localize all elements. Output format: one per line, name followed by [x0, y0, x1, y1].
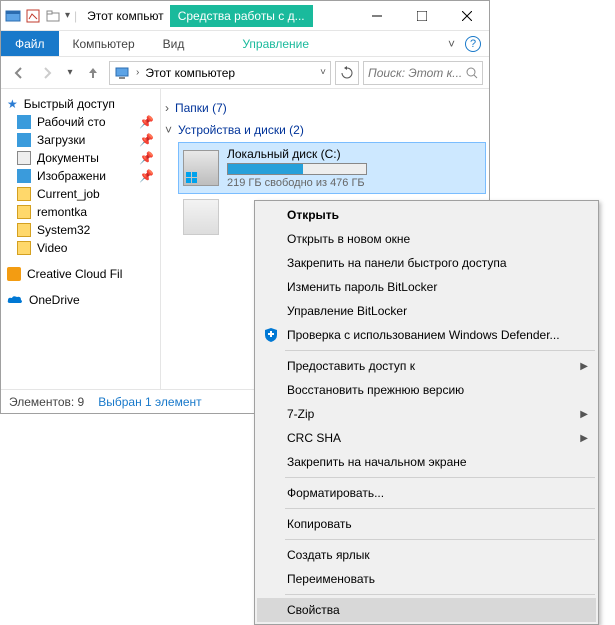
menu-7zip[interactable]: 7-Zip▶ [257, 402, 596, 426]
group-folders-label: Папки (7) [175, 101, 227, 115]
group-drives-label: Устройства и диски (2) [178, 123, 304, 137]
folder-icon [17, 187, 31, 201]
shield-icon [263, 327, 279, 343]
pin-icon: 📌 [139, 115, 154, 129]
drive-usage-bar [227, 163, 367, 175]
maximize-button[interactable] [399, 1, 444, 31]
pin-icon: 📌 [139, 169, 154, 183]
up-button[interactable] [81, 61, 105, 85]
navitem-creative-cloud[interactable]: Creative Cloud Fil [1, 265, 160, 283]
menu-pin-start[interactable]: Закрепить на начальном экране [257, 450, 596, 474]
context-menu: Открыть Открыть в новом окне Закрепить н… [254, 200, 599, 625]
navitem-documents[interactable]: Документы 📌 [1, 149, 160, 167]
navitem-pictures[interactable]: Изображени 📌 [1, 167, 160, 185]
navitem-currentjob[interactable]: Current_job [1, 185, 160, 203]
menu-restore-version[interactable]: Восстановить прежнюю версию [257, 378, 596, 402]
menu-format[interactable]: Форматировать... [257, 481, 596, 505]
submenu-arrow-icon: ▶ [580, 361, 588, 372]
quick-access-label: Быстрый доступ [24, 97, 115, 111]
ribbon-expand-icon[interactable]: ˅ [448, 37, 455, 51]
quick-access-toolbar: ▾ | [1, 8, 81, 24]
help-icon[interactable]: ? [465, 36, 481, 52]
minimize-button[interactable] [354, 1, 399, 31]
menu-copy[interactable]: Копировать [257, 512, 596, 536]
menu-bitlocker-password[interactable]: Изменить пароль BitLocker [257, 275, 596, 299]
drive-name: Локальный диск (C:) [227, 147, 367, 161]
quick-access-root[interactable]: ★ Быстрый доступ [1, 95, 160, 113]
drive-c[interactable]: Локальный диск (C:) 219 ГБ свободно из 4… [179, 143, 485, 193]
close-button[interactable] [444, 1, 489, 31]
ribbon-tabs: Файл Компьютер Вид Управление ˅ ? [1, 31, 489, 57]
new-folder-qat-icon[interactable] [45, 8, 61, 24]
breadcrumb-location[interactable]: Этот компьютер [145, 66, 235, 80]
folder-icon [17, 223, 31, 237]
navigation-bar: ▾ › Этот компьютер ˅ [1, 57, 489, 89]
menu-bitlocker-manage[interactable]: Управление BitLocker [257, 299, 596, 323]
star-icon: ★ [7, 97, 18, 111]
tab-computer[interactable]: Компьютер [59, 33, 149, 55]
history-dropdown-icon[interactable]: ▾ [63, 61, 77, 85]
navitem-downloads[interactable]: Загрузки 📌 [1, 131, 160, 149]
navitem-video[interactable]: Video [1, 239, 160, 257]
forward-button[interactable] [35, 61, 59, 85]
drive-info: Локальный диск (C:) 219 ГБ свободно из 4… [227, 147, 367, 189]
menu-crc-sha[interactable]: CRC SHA▶ [257, 426, 596, 450]
menu-open[interactable]: Открыть [257, 203, 596, 227]
navitem-system32[interactable]: System32 [1, 221, 160, 239]
folder-icon [17, 241, 31, 255]
drive-icon [183, 199, 219, 235]
address-bar[interactable]: › Этот компьютер ˅ [109, 61, 331, 85]
window-title: Этот компьют [81, 9, 170, 23]
menu-defender-scan[interactable]: Проверка с использованием Windows Defend… [257, 323, 596, 347]
menu-rename[interactable]: Переименовать [257, 567, 596, 591]
folder-icon [17, 205, 31, 219]
drive-icon [183, 150, 219, 186]
onedrive-icon [7, 294, 23, 306]
navitem-desktop[interactable]: Рабочий сто 📌 [1, 113, 160, 131]
address-dropdown-icon[interactable]: ˅ [320, 67, 326, 78]
navitem-remontka[interactable]: remontka [1, 203, 160, 221]
menu-properties[interactable]: Свойства [257, 598, 596, 622]
menu-pin-quick-access[interactable]: Закрепить на панели быстрого доступа [257, 251, 596, 275]
thispc-icon [114, 65, 130, 81]
window-controls [354, 1, 489, 31]
pin-icon: 📌 [139, 133, 154, 147]
status-item-count: Элементов: 9 [9, 395, 84, 409]
breadcrumb-chevron-icon[interactable]: › [136, 67, 139, 78]
submenu-arrow-icon: ▶ [580, 409, 588, 420]
pictures-icon [17, 169, 31, 183]
downloads-icon [17, 133, 31, 147]
menu-open-new-window[interactable]: Открыть в новом окне [257, 227, 596, 251]
menu-share[interactable]: Предоставить доступ к▶ [257, 354, 596, 378]
drive-free-text: 219 ГБ свободно из 476 ГБ [227, 177, 367, 189]
group-folders[interactable]: › Папки (7) [165, 97, 485, 119]
chevron-right-icon: › [165, 101, 169, 115]
tab-view[interactable]: Вид [149, 33, 199, 55]
refresh-button[interactable] [335, 61, 359, 85]
contextual-tab-header: Средства работы с д... [170, 5, 313, 27]
status-selected: Выбран 1 элемент [98, 395, 201, 409]
qat-dropdown-icon[interactable]: ▾ [65, 10, 70, 21]
menu-create-shortcut[interactable]: Создать ярлык [257, 543, 596, 567]
desktop-icon [17, 115, 31, 129]
navigation-pane: ★ Быстрый доступ Рабочий сто 📌 Загрузки … [1, 89, 161, 389]
documents-icon [17, 151, 31, 165]
properties-qat-icon[interactable] [25, 8, 41, 24]
search-input[interactable] [368, 66, 466, 80]
titlebar: ▾ | Этот компьют Средства работы с д... [1, 1, 489, 31]
tab-manage[interactable]: Управление [228, 33, 323, 55]
pin-icon: 📌 [139, 151, 154, 165]
back-button[interactable] [7, 61, 31, 85]
file-tab[interactable]: Файл [1, 31, 59, 56]
search-icon [466, 67, 478, 79]
navitem-onedrive[interactable]: OneDrive [1, 291, 160, 309]
search-box[interactable] [363, 61, 483, 85]
chevron-down-icon: ˅ [165, 123, 172, 137]
creative-cloud-icon [7, 267, 21, 281]
group-drives[interactable]: ˅ Устройства и диски (2) [165, 119, 485, 141]
submenu-arrow-icon: ▶ [580, 433, 588, 444]
app-icon [5, 8, 21, 24]
